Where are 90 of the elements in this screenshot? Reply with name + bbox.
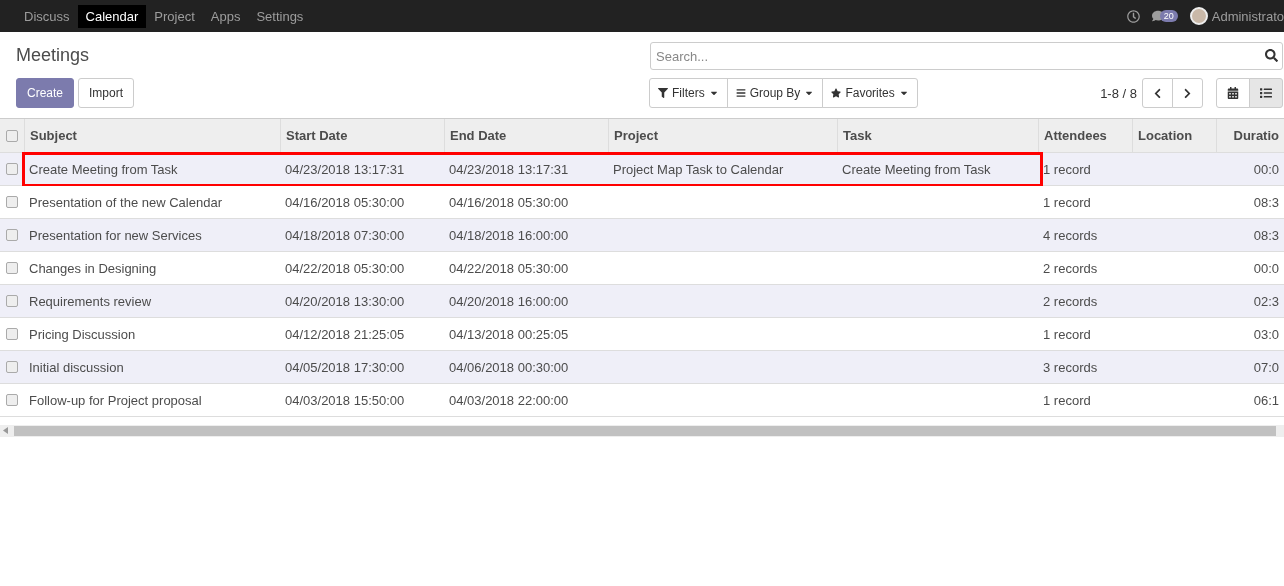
table-cell-text: Project Map Task to Calendar [612, 161, 785, 177]
table-cell-text: 1 record [1042, 326, 1092, 342]
menu-item[interactable]: Settings [248, 4, 312, 28]
table-cell-text: 2 records [1042, 260, 1099, 276]
star-icon [831, 88, 842, 98]
table-cell-text: Create Meeting from Task [28, 161, 179, 177]
row-checkbox[interactable] [6, 361, 18, 373]
search-option-button[interactable]: Favorites [822, 78, 918, 108]
list-icon [1260, 87, 1272, 99]
table-cell-text: Changes in Designing [28, 260, 158, 276]
table-cell-text: 04/20/2018 16:00:00 [448, 293, 570, 309]
clock-icon[interactable] [1126, 9, 1140, 23]
list-icon [735, 88, 746, 98]
filter-icon [658, 88, 668, 98]
table-cell-text: 4 records [1042, 227, 1099, 243]
import-button[interactable]: Import [78, 78, 135, 108]
table-cell-text: 06:1 [1252, 392, 1280, 408]
column-header[interactable]: Project [608, 119, 837, 152]
chevron-left-icon [1152, 87, 1163, 99]
table-cell-text: 02:3 [1252, 293, 1280, 309]
next-button[interactable] [1172, 78, 1203, 108]
table-cell-text: Initial discussion [28, 359, 125, 375]
create-button[interactable]: Create [16, 78, 75, 108]
row-checkbox[interactable] [6, 328, 18, 340]
table-cell-text: Follow-up for Project proposal [28, 392, 203, 408]
left-arrow-icon[interactable] [3, 427, 8, 434]
table-cell-text: Requirements review [28, 293, 153, 309]
table-cell-text: 08:3 [1252, 227, 1280, 243]
horizontal-scrollbar[interactable] [0, 425, 1284, 437]
message-count: 20 [1159, 10, 1178, 22]
table-cell-text: 04/13/2018 00:25:05 [448, 326, 570, 342]
column-header[interactable]: Location [1132, 119, 1216, 152]
table-cell-text: Presentation of the new Calendar [28, 194, 223, 210]
select-all-checkbox[interactable] [6, 129, 18, 142]
column-header[interactable]: Duratio [1216, 119, 1284, 152]
search-field[interactable]: Search... [650, 42, 1283, 70]
table-cell-text: 08:3 [1252, 194, 1280, 210]
table-cell-text: Pricing Discussion [28, 326, 137, 342]
pager-text: 1-8 / 8 [1100, 85, 1137, 101]
column-header[interactable]: Attendees [1038, 119, 1132, 152]
table-cell-text: 04/20/2018 13:30:00 [284, 293, 406, 309]
table-cell-text: 04/05/2018 17:30:00 [284, 359, 406, 375]
table-cell-text: 1 record [1042, 161, 1092, 177]
calendar-icon [1227, 87, 1239, 99]
menu-item[interactable]: Apps [202, 4, 249, 28]
table-cell-text: Create Meeting from Task [841, 161, 992, 177]
list-view-button[interactable] [1249, 78, 1283, 108]
row-checkbox[interactable] [6, 196, 18, 208]
search-option-button[interactable]: Group By [726, 78, 824, 108]
menu-item[interactable]: Project [146, 4, 203, 28]
table-cell-text: 04/22/2018 05:30:00 [448, 260, 570, 276]
table-cell-text: 04/06/2018 00:30:00 [448, 359, 570, 375]
column-header[interactable]: Task [837, 119, 1038, 152]
table-cell-text: 04/23/2018 13:17:31 [284, 161, 406, 177]
menu-item[interactable]: Calendar [77, 4, 147, 28]
table-cell-text: 3 records [1042, 359, 1099, 375]
row-checkbox[interactable] [6, 229, 18, 241]
table-cell-text: 04/22/2018 05:30:00 [284, 260, 406, 276]
user-name[interactable]: Administrato [1211, 8, 1284, 24]
table-cell-text: Presentation for new Services [28, 227, 203, 243]
table-cell-text: 04/23/2018 13:17:31 [448, 161, 570, 177]
previous-button[interactable] [1142, 78, 1173, 108]
table-cell-text: 00:0 [1252, 260, 1280, 276]
row-checkbox[interactable] [6, 262, 18, 274]
calendar-view-button[interactable] [1216, 78, 1250, 108]
table-cell-text: 1 record [1042, 392, 1092, 408]
menu-item[interactable]: Discuss [16, 4, 78, 28]
table-cell-text: 04/18/2018 16:00:00 [448, 227, 570, 243]
search-option-button[interactable]: Filters [649, 78, 728, 108]
table-cell-text: 03:0 [1252, 326, 1280, 342]
column-header[interactable]: Start Date [280, 119, 444, 152]
column-header[interactable]: End Date [444, 119, 608, 152]
table-cell-text: 04/18/2018 07:30:00 [284, 227, 406, 243]
column-header[interactable]: Subject [24, 119, 280, 152]
table-cell-text: 04/03/2018 15:50:00 [284, 392, 406, 408]
table-cell-text: 1 record [1042, 194, 1092, 210]
table-cell-text: 07:0 [1252, 359, 1280, 375]
table-cell-text: 04/03/2018 22:00:00 [448, 392, 570, 408]
table-cell-text: 2 records [1042, 293, 1099, 309]
row-checkbox[interactable] [6, 394, 18, 406]
page-title: Meetings [16, 44, 91, 67]
search-icon[interactable] [1265, 49, 1278, 62]
table-cell-text: 04/16/2018 05:30:00 [448, 194, 570, 210]
row-checkbox[interactable] [6, 163, 18, 175]
table-cell-text: 04/16/2018 05:30:00 [284, 194, 406, 210]
row-checkbox[interactable] [6, 295, 18, 307]
avatar[interactable] [1189, 7, 1208, 25]
table-cell-text: 00:0 [1252, 161, 1280, 177]
table-cell-text: 04/12/2018 21:25:05 [284, 326, 406, 342]
chevron-right-icon [1182, 87, 1193, 99]
